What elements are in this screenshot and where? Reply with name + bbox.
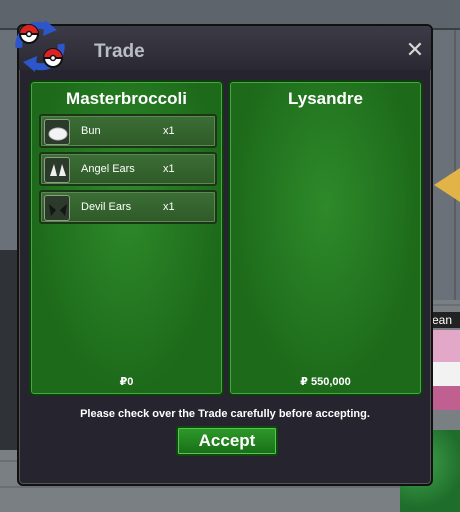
- item-quantity: x1: [163, 163, 175, 175]
- title-bar[interactable]: Trade ✕: [19, 26, 431, 70]
- partner-money-offer: ₽ 550,000: [300, 376, 351, 388]
- accept-button[interactable]: Accept: [176, 426, 278, 456]
- trade-item-devil-ears[interactable]: Devil Ears x1: [39, 190, 217, 224]
- my-item-list: Bun x1 Angel Ears x1 Devil Ears x1: [39, 114, 217, 228]
- my-offer-panel: Masterbroccoli Bun x1 Angel Ears x1 Devi…: [29, 80, 224, 396]
- my-money-offer: ₽0: [119, 376, 134, 388]
- devil-ears-icon: [44, 195, 70, 221]
- partner-player-name: Lysandre: [288, 89, 363, 108]
- trade-swap-icon: [15, 20, 65, 72]
- item-name: Devil Ears: [81, 201, 132, 213]
- my-player-name: Masterbroccoli: [66, 89, 187, 108]
- window-title: Trade: [94, 41, 145, 62]
- partner-offer-panel: Lysandre ₽ 550,000: [228, 80, 423, 396]
- trade-item-angel-ears[interactable]: Angel Ears x1: [39, 152, 217, 186]
- trade-item-bun[interactable]: Bun x1: [39, 114, 217, 148]
- item-name: Bun: [81, 125, 101, 137]
- item-quantity: x1: [163, 201, 175, 213]
- trade-window: Trade ✕ Masterbroccoli Bun x1 Angel Ears…: [15, 20, 433, 486]
- bun-icon: [44, 119, 70, 145]
- angel-ears-icon: [44, 157, 70, 183]
- close-icon[interactable]: ✕: [405, 39, 425, 61]
- item-quantity: x1: [163, 125, 175, 137]
- trade-notice: Please check over the Trade carefully be…: [80, 408, 370, 420]
- npc-name-label: ean: [430, 312, 460, 328]
- item-name: Angel Ears: [81, 163, 135, 175]
- dark-wall-strip: [0, 250, 18, 450]
